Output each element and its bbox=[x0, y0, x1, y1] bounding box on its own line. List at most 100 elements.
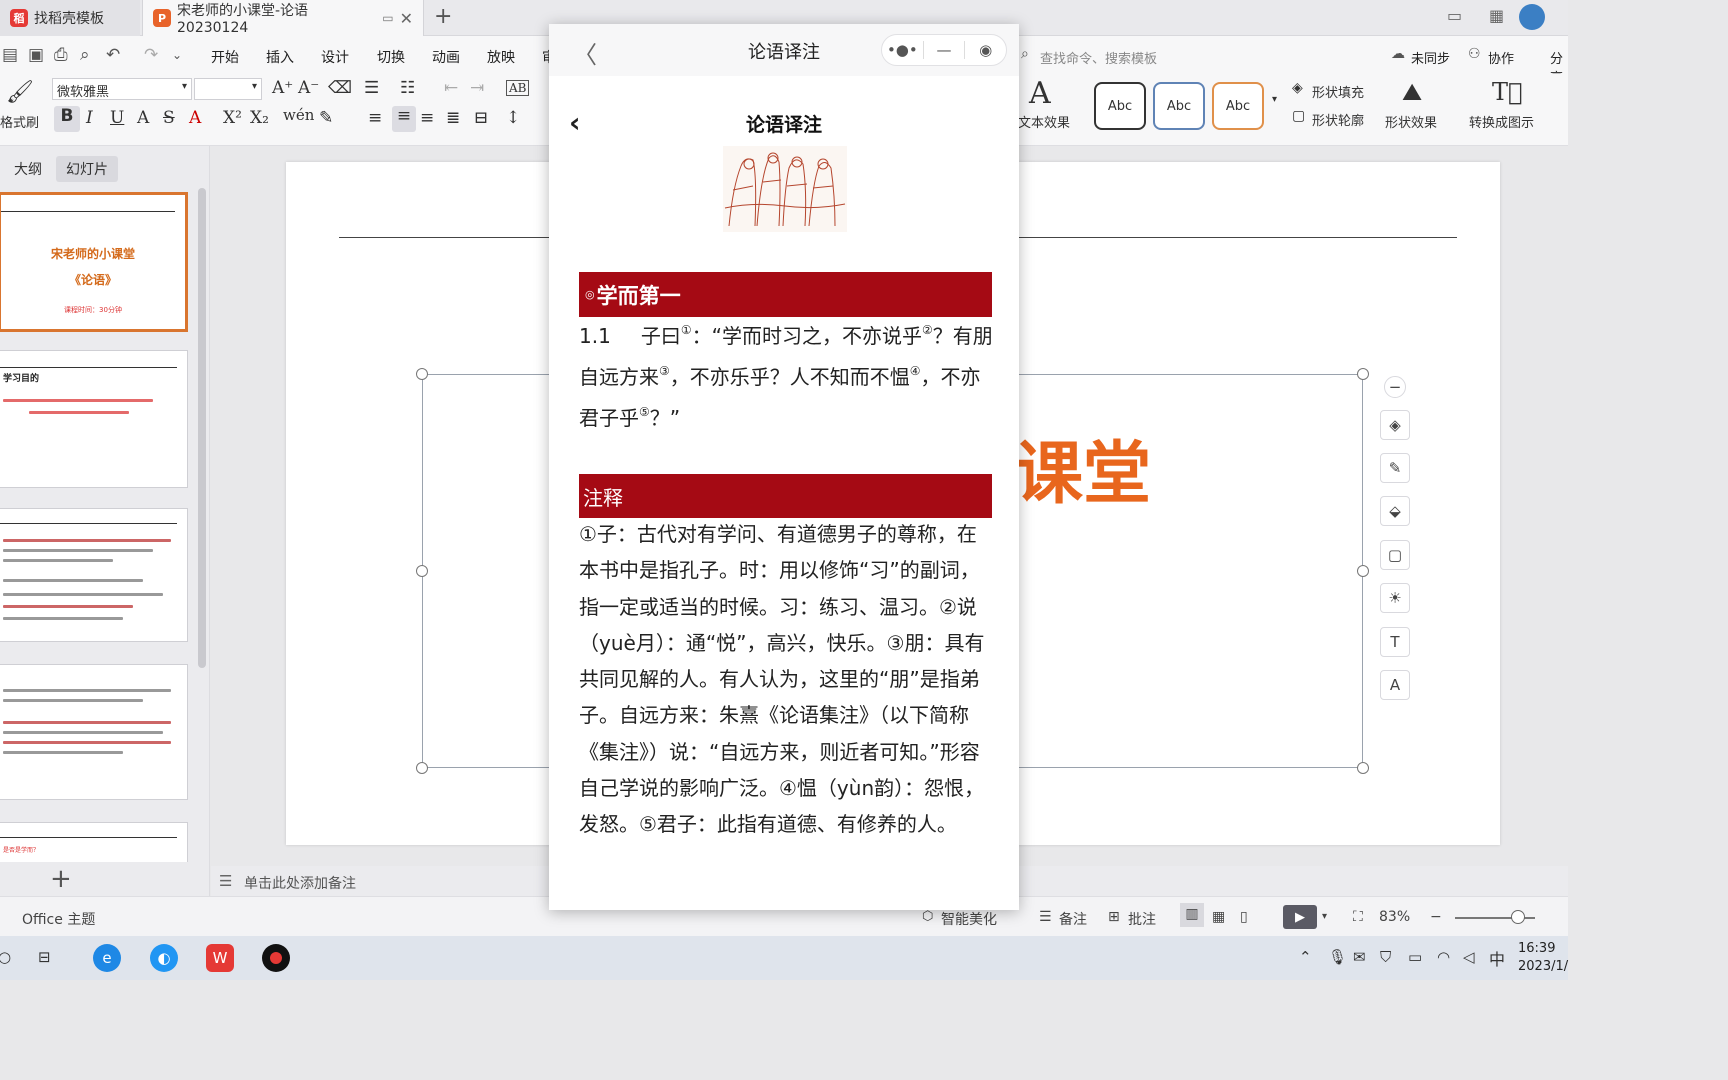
grid-view-icon[interactable]: ▦ bbox=[1212, 909, 1225, 925]
strikethrough-button[interactable]: S bbox=[163, 108, 175, 128]
mini-page-content[interactable]: ‹ 论语译注 ◎ 学而第一 1.1子曰①：“学而时习之，不亦说乎②？有朋自远方 bbox=[549, 76, 1019, 910]
shape-style-3[interactable]: Abc bbox=[1212, 82, 1264, 130]
edge-icon[interactable]: e bbox=[93, 944, 121, 972]
font-color-icon[interactable]: A bbox=[189, 108, 201, 128]
highlight-icon[interactable]: ✎ bbox=[319, 108, 333, 128]
shape-outline-button[interactable]: 形状轮廓 bbox=[1312, 110, 1364, 129]
redo-icon[interactable]: ↷ bbox=[144, 45, 158, 65]
tab-outline[interactable]: 大纲 bbox=[4, 156, 52, 182]
clear-format-icon[interactable]: ⌫ bbox=[328, 78, 352, 98]
new-tab-icon[interactable]: + bbox=[434, 4, 452, 29]
print-icon[interactable]: ⎙ bbox=[54, 45, 68, 65]
microphone-icon[interactable]: 🎙 bbox=[1328, 948, 1347, 966]
more-styles-icon[interactable]: ▾ bbox=[1272, 94, 1277, 105]
resize-handle[interactable] bbox=[416, 762, 428, 774]
indent-icon[interactable]: ⇥ bbox=[470, 78, 484, 98]
zoom-slider-handle[interactable] bbox=[1511, 910, 1525, 924]
search-input[interactable]: 查找命令、搜索模板 bbox=[1040, 48, 1157, 67]
font-size-select[interactable]: ▾ bbox=[194, 78, 262, 100]
pen-icon[interactable]: ✎ bbox=[1380, 453, 1410, 483]
slide-title[interactable]: 课堂 bbox=[1015, 418, 1151, 517]
chevron-up-icon[interactable]: ⌃ bbox=[1299, 948, 1312, 966]
collapse-icon[interactable]: − bbox=[1384, 376, 1406, 398]
menu-transition[interactable]: 切换 bbox=[377, 47, 405, 67]
justify-icon[interactable]: ≣ bbox=[446, 108, 460, 128]
chat-icon[interactable]: ◐ bbox=[150, 944, 178, 972]
menu-design[interactable]: 设计 bbox=[321, 47, 349, 67]
layers-icon[interactable]: ◈ bbox=[1380, 410, 1410, 440]
align-center-icon[interactable]: ≡ bbox=[392, 106, 416, 132]
layout-icon[interactable]: ▭ bbox=[1447, 6, 1462, 25]
tab-presentation[interactable]: P 宋老师的小课堂-论语20230124 ▭ ✕ bbox=[142, 0, 424, 36]
shape-effect-label[interactable]: 形状效果 bbox=[1385, 112, 1437, 131]
convert-diagram-label[interactable]: 转换成图示 bbox=[1469, 112, 1534, 131]
superscript-icon[interactable]: X² bbox=[223, 108, 242, 128]
shape-fill-button[interactable]: 形状填充 bbox=[1312, 82, 1364, 101]
avatar[interactable] bbox=[1519, 4, 1545, 30]
line-spacing-icon[interactable]: ↕ bbox=[506, 108, 520, 128]
wechat-icon[interactable]: ✉ bbox=[1353, 948, 1366, 966]
phonetic-icon[interactable]: wén bbox=[283, 106, 314, 124]
apps-grid-icon[interactable]: ▦ bbox=[1489, 6, 1504, 25]
record-icon[interactable] bbox=[262, 944, 290, 972]
resize-handle[interactable] bbox=[1357, 368, 1369, 380]
font-grow-icon[interactable]: A⁺ bbox=[272, 78, 293, 98]
chevron-down-icon[interactable]: ▾ bbox=[1322, 911, 1327, 922]
fit-window-icon[interactable]: ⛶ bbox=[1353, 909, 1363, 925]
wps-icon[interactable]: W bbox=[206, 944, 234, 972]
shape-effect-icon[interactable]: ⛰ bbox=[1402, 78, 1422, 106]
more-icon[interactable]: •●• bbox=[882, 41, 923, 59]
slide-thumbnail-4[interactable] bbox=[0, 664, 188, 800]
preview-icon[interactable]: ⌕ bbox=[80, 45, 90, 65]
bullet-list-icon[interactable]: ☰ bbox=[364, 78, 379, 98]
resize-handle[interactable] bbox=[416, 368, 428, 380]
text-effect-label[interactable]: 文本效果 bbox=[1018, 112, 1070, 131]
zoom-out-icon[interactable]: − bbox=[1430, 909, 1442, 925]
underline-button[interactable]: U bbox=[110, 108, 124, 128]
normal-view-icon[interactable]: ▥ bbox=[1180, 903, 1204, 927]
outline-icon[interactable]: ▢ bbox=[1380, 540, 1410, 570]
menu-slideshow[interactable]: 放映 bbox=[487, 47, 515, 67]
notes-placeholder[interactable]: 单击此处添加备注 bbox=[244, 873, 356, 893]
idea-icon[interactable]: ☀ bbox=[1380, 583, 1410, 613]
fill-icon[interactable]: ⬙ bbox=[1380, 496, 1410, 526]
scrollbar[interactable] bbox=[198, 188, 206, 668]
text-convert-icon[interactable]: T bbox=[1380, 627, 1410, 657]
distribute-icon[interactable]: ⊟ bbox=[474, 108, 488, 128]
number-list-icon[interactable]: ☷ bbox=[400, 78, 415, 98]
slide-thumbnail-2[interactable]: 学习目的 bbox=[0, 350, 188, 488]
text-format-icon[interactable]: A bbox=[1380, 670, 1410, 700]
text-direction-icon[interactable]: AB bbox=[506, 80, 530, 96]
zoom-level[interactable]: 83% bbox=[1379, 909, 1410, 925]
ime-indicator[interactable]: 中 bbox=[1489, 946, 1505, 970]
add-slide-icon[interactable]: + bbox=[50, 864, 72, 894]
export-icon[interactable]: ▣ bbox=[28, 45, 44, 65]
slide-thumbnail-1[interactable]: 宋老师的小课堂 《论语》 课程时间：30分钟 bbox=[0, 192, 188, 332]
play-slideshow-button[interactable]: ▶ bbox=[1283, 905, 1317, 929]
convert-diagram-icon[interactable]: T⃞ bbox=[1492, 78, 1522, 106]
undo-icon[interactable]: ↶ bbox=[106, 45, 120, 65]
resize-handle[interactable] bbox=[1357, 565, 1369, 577]
collab-button[interactable]: 协作 bbox=[1488, 48, 1514, 67]
bold-button[interactable]: B bbox=[54, 106, 80, 132]
text-shadow-icon[interactable]: A bbox=[137, 108, 149, 128]
resize-handle[interactable] bbox=[1357, 762, 1369, 774]
align-left-icon[interactable]: ≡ bbox=[368, 108, 382, 128]
notes-button[interactable]: 备注 bbox=[1059, 909, 1087, 929]
resize-handle[interactable] bbox=[416, 565, 428, 577]
battery-icon[interactable]: ▭ bbox=[1408, 948, 1422, 966]
close-icon[interactable]: ✕ bbox=[400, 9, 413, 28]
chevron-down-icon[interactable]: ⌄ bbox=[172, 48, 182, 62]
smart-beautify-button[interactable]: 智能美化 bbox=[941, 909, 997, 929]
task-view-icon[interactable]: ⊟ bbox=[38, 948, 51, 966]
format-painter-icon[interactable]: 🖌 bbox=[6, 80, 34, 105]
save-icon[interactable]: ▤ bbox=[2, 45, 18, 65]
shape-style-2[interactable]: Abc bbox=[1153, 82, 1205, 130]
slide-thumbnail-5[interactable]: 是否是学而？ bbox=[0, 822, 188, 862]
menu-start[interactable]: 开始 bbox=[211, 47, 239, 67]
outdent-icon[interactable]: ⇤ bbox=[444, 78, 458, 98]
font-shrink-icon[interactable]: A⁻ bbox=[298, 78, 319, 98]
sync-status[interactable]: 未同步 bbox=[1411, 48, 1450, 67]
text-effect-icon[interactable]: A bbox=[1029, 76, 1051, 111]
align-right-icon[interactable]: ≡ bbox=[420, 108, 434, 128]
